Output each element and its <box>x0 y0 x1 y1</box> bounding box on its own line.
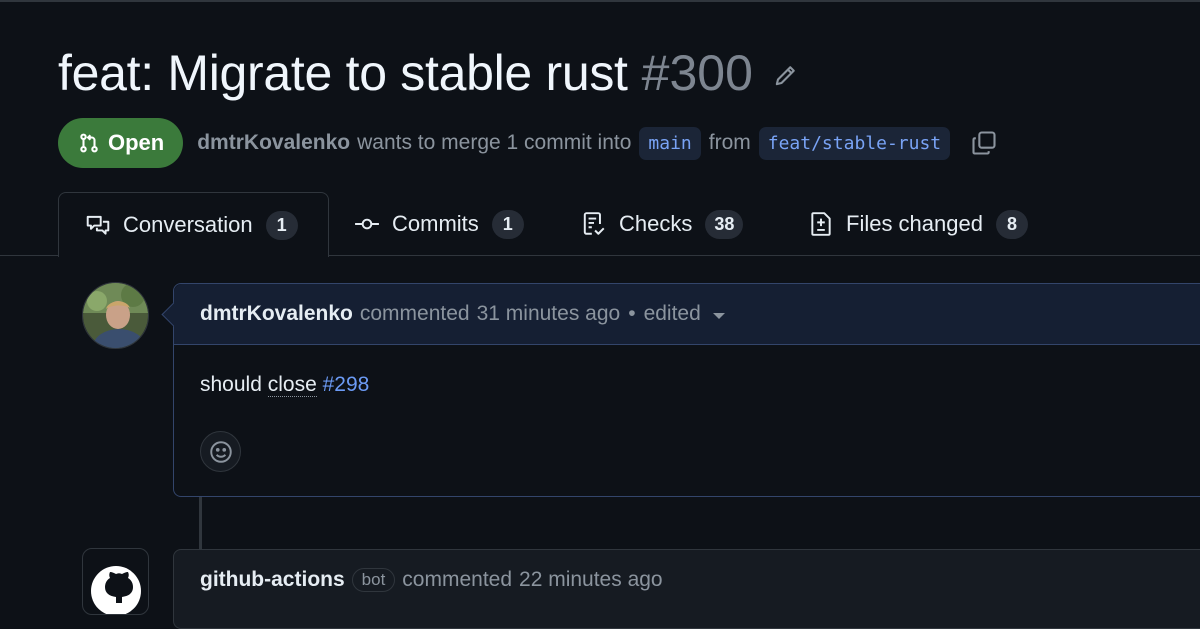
tab-conversation[interactable]: Conversation 1 <box>58 192 329 257</box>
tab-label: Checks <box>619 211 693 236</box>
edited-label[interactable]: edited <box>644 302 701 326</box>
status-label: Open <box>108 130 165 155</box>
chevron-down-icon[interactable] <box>712 313 725 319</box>
tab-label: Conversation <box>123 212 253 237</box>
comment-body: should close #298 <box>174 345 1200 397</box>
comment-author[interactable]: github-actions <box>200 568 345 592</box>
pencil-icon[interactable] <box>771 62 799 90</box>
comment-card: dmtrKovalenko commented 31 minutes ago •… <box>173 283 1200 497</box>
tab-commits[interactable]: Commits 1 <box>354 192 524 256</box>
tab-counter: 1 <box>491 209 524 239</box>
comment-discussion-icon <box>85 212 111 238</box>
closing-keyword: close <box>267 373 317 397</box>
comment-action: commented <box>359 302 470 325</box>
comment-header: github-actions bot commented 22 minutes … <box>174 550 1200 610</box>
git-pull-request-icon <box>78 132 100 154</box>
tab-label: Files changed <box>846 211 983 236</box>
comment-text: should <box>200 373 268 396</box>
comment-card: github-actions bot commented 22 minutes … <box>173 549 1200 629</box>
comment-action: commented <box>402 568 513 591</box>
copy-icon[interactable] <box>970 129 998 157</box>
pr-title: feat: Migrate to stable rust <box>58 45 628 101</box>
pr-number: #300 <box>641 45 753 101</box>
comment-author[interactable]: dmtrKovalenko <box>200 302 353 326</box>
tab-files-changed[interactable]: Files changed 8 <box>808 192 1028 256</box>
from-text: from <box>708 131 751 154</box>
comment-header: dmtrKovalenko commented 31 minutes ago •… <box>174 284 1200 345</box>
file-diff-icon <box>808 211 834 237</box>
tab-label: Commits <box>392 211 479 236</box>
add-reaction-button[interactable] <box>200 431 241 472</box>
github-mark-icon <box>83 549 148 614</box>
tab-checks[interactable]: Checks 38 <box>581 192 744 256</box>
pr-tabs: Conversation 1 Commits 1 Checks 38 Files… <box>0 192 1200 257</box>
separator-dot: • <box>628 302 636 325</box>
bot-avatar[interactable] <box>82 548 149 615</box>
pr-title-row: feat: Migrate to stable rust #300 <box>58 44 799 102</box>
smiley-icon <box>208 439 234 465</box>
merge-text: wants to merge 1 commit into <box>357 131 632 154</box>
comment-time[interactable]: 31 minutes ago <box>477 302 621 326</box>
tab-counter: 1 <box>265 210 298 240</box>
timeline-connector <box>199 497 202 550</box>
tab-counter: 8 <box>995 209 1028 239</box>
pr-meta-row: Open dmtrKovalenko wants to merge 1 comm… <box>58 118 998 168</box>
git-commit-icon <box>354 211 380 237</box>
base-branch[interactable]: main <box>639 126 701 160</box>
checklist-icon <box>581 211 607 237</box>
comment-time[interactable]: 22 minutes ago <box>519 568 663 592</box>
bot-badge: bot <box>351 568 396 592</box>
top-border <box>0 0 1200 2</box>
author-link[interactable]: dmtrKovalenko <box>197 131 350 155</box>
tab-counter: 38 <box>705 209 744 239</box>
status-badge: Open <box>58 118 184 168</box>
merge-info: dmtrKovalenko wants to merge 1 commit in… <box>197 126 958 160</box>
avatar[interactable] <box>82 282 149 349</box>
issue-link[interactable]: #298 <box>323 373 370 396</box>
head-branch[interactable]: feat/stable-rust <box>758 126 951 160</box>
